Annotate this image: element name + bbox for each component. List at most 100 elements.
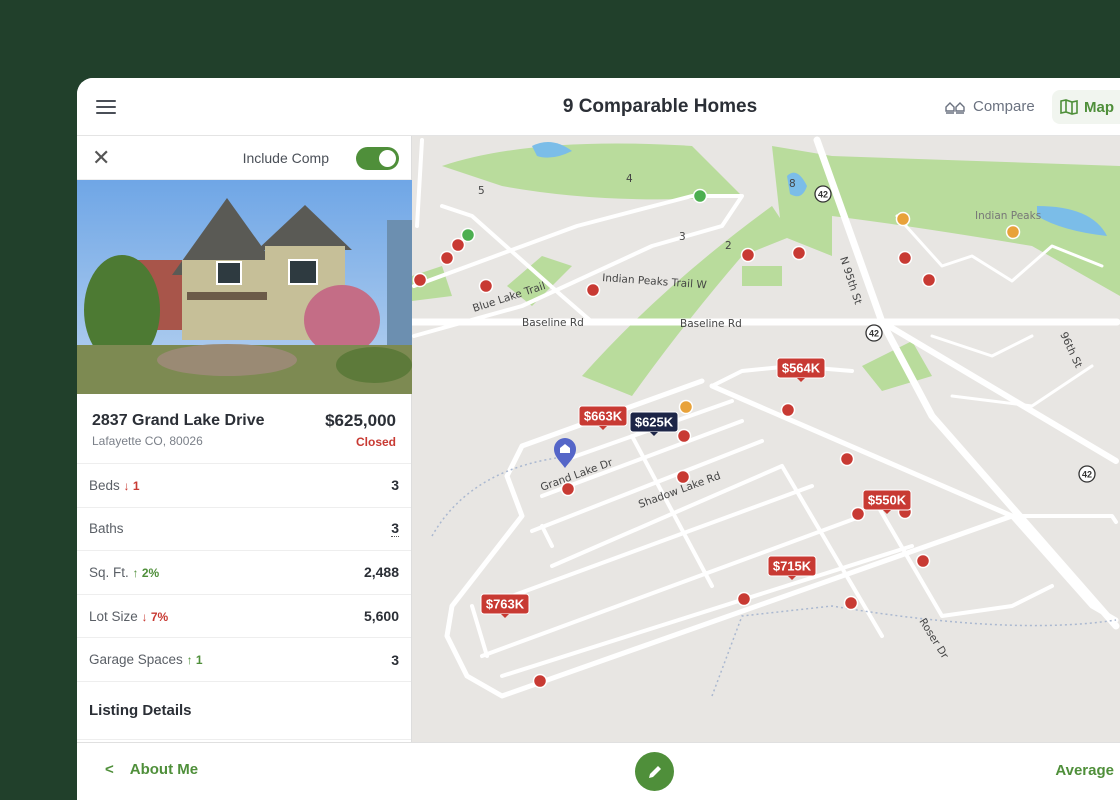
home-photo [77, 180, 412, 394]
stat-value: 2,488 [363, 564, 399, 581]
price-tag[interactable]: $564K [776, 357, 826, 382]
comp-marker-sold[interactable] [675, 469, 691, 485]
stat-label: Sq. Ft. ↑ 2% [89, 565, 159, 580]
route-number: 42 [818, 190, 828, 200]
next-average-button[interactable]: Average [1055, 762, 1114, 779]
map-view[interactable]: Blue Lake Trail Indian Peaks Trail W Bas… [412, 136, 1120, 742]
header: 9 Comparable Homes Compare Map [77, 78, 1120, 136]
stat-label: Lot Size ↓ 7% [89, 609, 168, 624]
stat-delta: ↓ 1 [123, 478, 140, 493]
map-label-indian-peaks: Indian Peaks [975, 210, 1041, 222]
hole-number: 8 [789, 178, 796, 190]
stat-row: Sq. Ft. ↑ 2% 2,488 [77, 551, 411, 595]
price-tag-label: $763K [486, 597, 525, 612]
comp-marker-sold[interactable] [478, 278, 494, 294]
comp-marker-sold[interactable] [897, 250, 913, 266]
comp-marker-pending[interactable] [1005, 224, 1021, 240]
comp-price: $625,000 [325, 411, 396, 430]
map-label-baseline-rd-east: Baseline Rd [680, 318, 742, 330]
map-icon [1060, 99, 1078, 115]
comp-marker-sold[interactable] [560, 481, 576, 497]
stat-label: Baths [89, 521, 124, 536]
selected-price-tag[interactable]: $625K [629, 411, 679, 436]
stat-value: 3 [391, 651, 399, 668]
map-label-baseline-rd: Baseline Rd [522, 317, 584, 329]
comp-marker-sold[interactable] [915, 553, 931, 569]
comp-marker-sold[interactable] [439, 250, 455, 266]
app-window: 9 Comparable Homes Compare Map ✕ Include… [77, 78, 1120, 800]
route-shield: 42 [1078, 465, 1096, 483]
stat-name: Garage Spaces [89, 652, 183, 668]
stat-row: Lot Size ↓ 7% 5,600 [77, 595, 411, 639]
comp-marker-sold[interactable] [585, 282, 601, 298]
comp-marker-sold[interactable] [843, 595, 859, 611]
comp-marker-sold[interactable] [839, 451, 855, 467]
hole-number: 2 [725, 240, 732, 252]
comp-marker-sold[interactable] [791, 245, 807, 261]
comp-marker-sold[interactable] [740, 247, 756, 263]
stat-name: Lot Size [89, 608, 138, 624]
price-tag-label: $550K [868, 493, 907, 508]
price-tag[interactable]: $763K [480, 593, 530, 618]
comp-marker-sold[interactable] [676, 428, 692, 444]
comp-marker-sold[interactable] [450, 237, 466, 253]
stat-row: Beds ↓ 1 3 [77, 464, 411, 508]
include-comp-label: Include Comp [242, 150, 329, 166]
comp-marker-pending[interactable] [678, 399, 694, 415]
price-tag[interactable]: $663K [578, 405, 628, 430]
comp-marker-pending[interactable] [895, 211, 911, 227]
listing-details-heading[interactable]: Listing Details [77, 682, 411, 740]
back-about-me-button[interactable]: < About Me [105, 761, 198, 778]
subject-home-pin[interactable] [554, 438, 576, 468]
compare-button[interactable]: Compare [945, 98, 1035, 115]
map-view-button[interactable]: Map [1052, 90, 1120, 124]
comp-marker-sold[interactable] [780, 402, 796, 418]
hole-number: 5 [478, 185, 485, 197]
footer-bar: < About Me Average [77, 742, 1120, 800]
comp-address: 2837 Grand Lake Drive [92, 412, 265, 429]
include-comp-toggle[interactable] [356, 147, 399, 170]
hole-number: 4 [626, 173, 633, 185]
stat-label: Beds ↓ 1 [89, 478, 140, 493]
comp-marker-active[interactable] [460, 227, 476, 243]
price-tag-label: $564K [782, 361, 821, 376]
route-number: 42 [1082, 470, 1092, 480]
map-label-96th-st: 96th St [1057, 330, 1084, 370]
stat-name: Baths [89, 521, 124, 537]
map-label-grand-lake-dr: Grand Lake Dr [539, 456, 615, 493]
pencil-icon [648, 765, 661, 778]
route-number: 42 [869, 329, 879, 339]
comp-marker-active[interactable] [692, 188, 708, 204]
stat-name: Sq. Ft. [89, 564, 129, 580]
hole-number: 3 [679, 231, 686, 243]
price-tag-label: $715K [773, 559, 812, 574]
route-shield: 42 [865, 324, 883, 342]
comp-city: Lafayette CO, 80026 [92, 434, 203, 448]
edit-button[interactable] [635, 752, 674, 791]
comp-detail-panel: ✕ Include Comp 2837 Grand Lake Drive Laf… [77, 136, 412, 742]
stat-label: Garage Spaces ↑ 1 [89, 652, 203, 667]
stat-delta: ↑ 1 [186, 653, 203, 668]
stat-row: Baths 3 [77, 508, 411, 552]
map-label-roser-dr: Roser Dr [916, 616, 951, 661]
stat-value: 3 [391, 520, 399, 538]
status-badge: Closed [355, 435, 396, 449]
price-tag[interactable]: $715K [767, 555, 817, 580]
comp-marker-sold[interactable] [921, 272, 937, 288]
stat-delta: ↑ 2% [132, 565, 160, 580]
comp-marker-sold[interactable] [850, 506, 866, 522]
menu-icon[interactable] [96, 100, 116, 114]
route-shield: 42 [814, 185, 832, 203]
price-tag-label: $663K [584, 409, 623, 424]
stat-value: 5,600 [363, 608, 399, 625]
comp-marker-sold[interactable] [736, 591, 752, 607]
stat-delta: ↓ 7% [141, 609, 169, 624]
map-canvas[interactable]: Blue Lake Trail Indian Peaks Trail W Bas… [412, 136, 1120, 742]
comp-marker-sold[interactable] [412, 272, 428, 288]
price-tag[interactable]: $550K [862, 489, 912, 514]
close-icon[interactable]: ✕ [92, 147, 110, 169]
stat-name: Beds [89, 477, 120, 493]
comp-marker-sold[interactable] [532, 673, 548, 689]
stat-row: Garage Spaces ↑ 1 3 [77, 638, 411, 682]
chevron-left-icon: < [105, 761, 114, 778]
